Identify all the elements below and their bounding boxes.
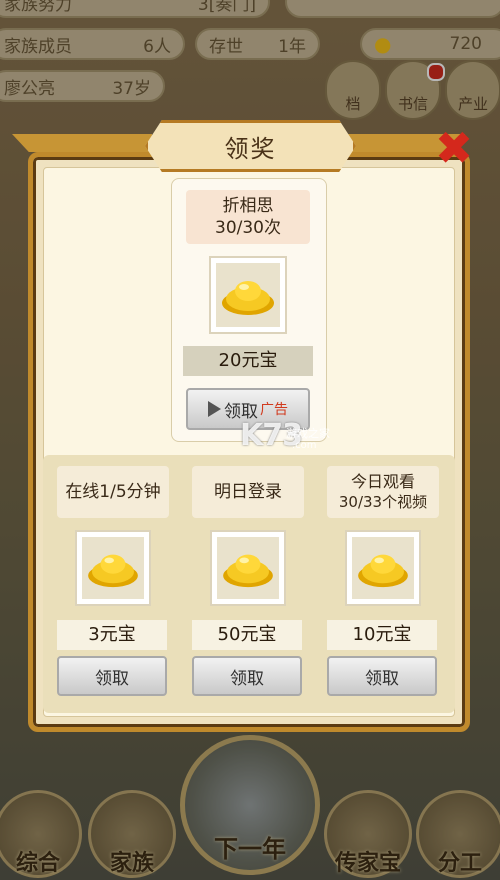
- gold-ingot-icon: [223, 554, 273, 588]
- reward-amount: 10元宝: [327, 620, 437, 650]
- reward-icon-frame: [345, 530, 421, 606]
- reward-icon-frame: [75, 530, 151, 606]
- task-progress: 30/33个视频: [338, 493, 428, 511]
- featured-reward-icon-frame: [209, 256, 287, 334]
- task-box-login: 明日登录: [192, 466, 304, 518]
- watermark-domain: .com: [292, 440, 317, 451]
- task-box-online: 在线1/5分钟: [57, 466, 169, 518]
- claim-label: 领取: [365, 668, 399, 689]
- reward-icon-frame: [210, 530, 286, 606]
- task-name: 今日观看: [350, 472, 415, 491]
- claim-button-videos[interactable]: 领取: [327, 656, 437, 696]
- dialog-title-bar: 领奖: [145, 120, 356, 172]
- task-progress: 30/30次: [215, 218, 281, 238]
- claim-button-login[interactable]: 领取: [192, 656, 302, 696]
- gold-ingot-icon: [358, 554, 408, 588]
- task-name: 在线1/5分钟: [65, 482, 161, 502]
- claim-label: 领取: [95, 668, 129, 689]
- featured-reward-amount: 20元宝: [183, 346, 313, 376]
- reward-amount: 3元宝: [57, 620, 167, 650]
- claim-button-online[interactable]: 领取: [57, 656, 167, 696]
- task-name: 折相思: [222, 196, 274, 216]
- close-icon: ✖: [434, 121, 474, 175]
- task-name: 明日登录: [214, 482, 282, 502]
- gold-ingot-icon: [222, 281, 274, 315]
- title-wing-left: [12, 134, 152, 152]
- watermark-site: 游戏之家: [286, 427, 330, 440]
- claim-label: 领取: [230, 668, 264, 689]
- close-button[interactable]: ✖: [430, 125, 478, 172]
- gold-ingot-icon: [88, 554, 138, 588]
- play-icon: [208, 401, 221, 417]
- task-box-videos: 今日观看 30/33个视频: [327, 466, 439, 518]
- featured-task-box: 折相思 30/30次: [186, 190, 310, 244]
- reward-amount: 50元宝: [192, 620, 302, 650]
- dialog-title: 领奖: [224, 134, 277, 163]
- ad-label: 广告: [260, 402, 288, 418]
